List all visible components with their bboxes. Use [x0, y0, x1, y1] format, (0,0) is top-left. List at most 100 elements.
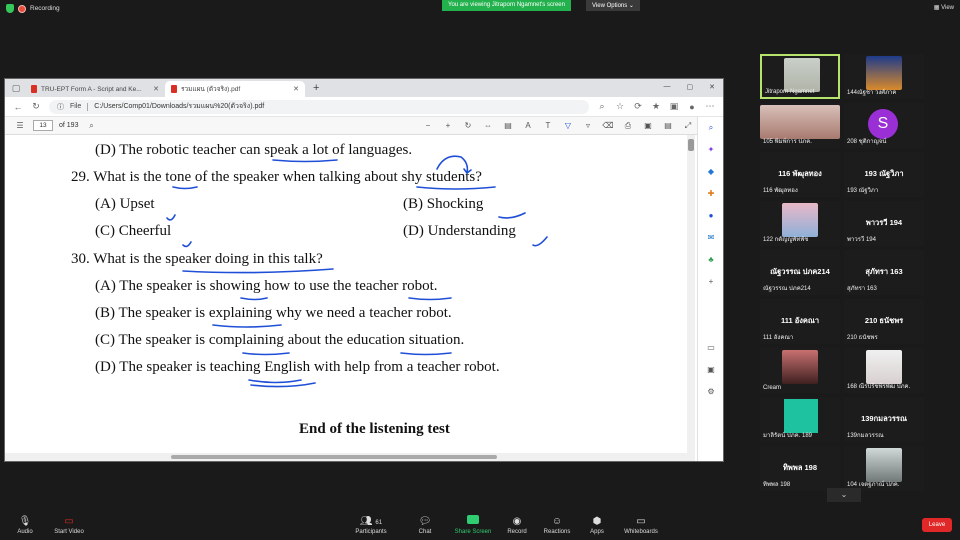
ink-underline: [416, 186, 496, 190]
fullscreen-icon[interactable]: ⤢: [681, 121, 695, 131]
page-view-icon[interactable]: ▤: [501, 121, 515, 130]
save-as-icon[interactable]: ▤: [661, 121, 675, 130]
tools-icon[interactable]: ✚: [698, 183, 723, 205]
participant-tile[interactable]: 111 อังคณา 111 อังคณา: [760, 299, 840, 344]
participant-name: 111 อังคณา: [763, 335, 794, 341]
settings-icon[interactable]: ⚙: [698, 381, 723, 403]
ink-underline: [212, 324, 282, 328]
participant-tile[interactable]: ทิพพล 198 ทิพพล 198: [760, 446, 840, 491]
reload-icon[interactable]: ↻: [31, 101, 41, 112]
view-button[interactable]: ▦ View: [934, 4, 954, 11]
participant-tile[interactable]: 105 พิมพ์การ ปภค.: [760, 103, 840, 148]
more-icon[interactable]: ⋯: [705, 101, 715, 112]
fit-page-icon[interactable]: ⇔: [481, 121, 495, 130]
meeting-controls: 🎙︎ Audio ▭ Start Video 👥︎ 61 Participant…: [0, 512, 960, 540]
share-screen-button[interactable]: Share Screen: [448, 515, 498, 535]
zoom-icon[interactable]: ⌕: [597, 101, 607, 112]
chat-icon: 💬︎: [418, 516, 432, 527]
close-icon[interactable]: ✕: [293, 85, 299, 93]
ink-underline: [272, 159, 338, 163]
participant-name: 168 ณีรปรีชพีรพัฒ ปภค.: [847, 384, 911, 390]
draw-icon[interactable]: ▽: [561, 121, 575, 130]
participant-name: มาลิรัตน์ ปภค. 189: [763, 433, 813, 439]
participant-name: 139กมลวรรณ: [847, 433, 884, 439]
favorite-icon[interactable]: ☆: [615, 101, 625, 112]
participant-tile[interactable]: 139กมลวรรณ 139กมลวรรณ: [844, 397, 924, 442]
start-video-button[interactable]: ▭ Start Video: [44, 515, 94, 535]
participant-tile[interactable]: 116 พัฒุลทอง 116 พัฒุลทอง: [760, 152, 840, 197]
participant-tile[interactable]: 122 กตัญญูพัทพัช: [760, 201, 840, 246]
save-icon[interactable]: ▣: [641, 121, 655, 130]
participant-tile[interactable]: 193 ณัฐวิภา 193 ณัฐวิภา: [844, 152, 924, 197]
recording-indicator[interactable]: Recording: [6, 4, 60, 13]
participant-tile[interactable]: 144ณัฐชา วงศ์ภาค: [844, 54, 924, 99]
leave-button[interactable]: Leave: [922, 518, 952, 532]
outlook-icon[interactable]: ✉: [698, 227, 723, 249]
recording-label: Recording: [30, 5, 60, 12]
pdf-toolbar: ☰ 13 of 193 ⌕ − + ↻ ⇔ ▤ A T ▽ ▿ ⌫ ⎙ ▣ ▤ …: [5, 117, 723, 135]
profile-picture: [782, 350, 818, 384]
whiteboards-label: Whiteboards: [624, 529, 658, 535]
minimize-icon[interactable]: —: [664, 83, 671, 91]
back-icon[interactable]: ←: [13, 102, 23, 112]
games-icon[interactable]: ●: [698, 205, 723, 227]
tree-icon[interactable]: ♣: [698, 249, 723, 271]
whiteboards-button[interactable]: ▭ Whiteboards: [616, 515, 666, 535]
text-icon[interactable]: T: [541, 121, 555, 130]
zoom-in-icon[interactable]: +: [441, 121, 455, 130]
scroll-thumb[interactable]: [688, 139, 694, 151]
tab-pdf[interactable]: รวมแผน (ตัวจริง).pdf ✕: [165, 81, 305, 97]
copilot-icon[interactable]: ✦: [698, 139, 723, 161]
scroll-thumb[interactable]: [171, 455, 497, 459]
participant-display-name: 210 ธนัชพร: [864, 316, 904, 325]
screen-icon[interactable]: ▭: [698, 337, 723, 359]
erase-icon[interactable]: ⌫: [601, 121, 615, 130]
participants-button[interactable]: 👥︎ 61 Participants: [346, 515, 396, 535]
participant-tile[interactable]: พาวรวี 194 พาวรวี 194: [844, 201, 924, 246]
zoom-out-icon[interactable]: −: [421, 121, 435, 130]
vertical-scrollbar[interactable]: [687, 135, 695, 453]
participant-tile[interactable]: ณัฐวรรณ ปภค214 ณัฐวรรณ ปภค214: [760, 250, 840, 295]
participant-tile[interactable]: 210 ธนัชพร 210 ธนัชพร: [844, 299, 924, 344]
close-window-icon[interactable]: ✕: [709, 83, 715, 91]
participant-tile[interactable]: 168 ณีรปรีชพีรพัฒ ปภค.: [844, 348, 924, 393]
new-tab-icon[interactable]: +: [305, 81, 327, 97]
search-icon[interactable]: ⌕: [84, 121, 98, 131]
participant-tile[interactable]: 104 เจตฐภาณ์ ปภค.: [844, 446, 924, 491]
page-number-input[interactable]: 13: [33, 120, 53, 131]
participant-name: สุภัทรา 163: [847, 286, 877, 292]
highlight-icon[interactable]: ▿: [581, 121, 595, 130]
shopping-icon[interactable]: ◆: [698, 161, 723, 183]
participant-tile[interactable]: Cream: [760, 348, 840, 393]
horizontal-scrollbar[interactable]: [5, 453, 695, 461]
favorites-icon[interactable]: ★: [651, 101, 661, 112]
audio-button[interactable]: 🎙︎ Audio: [0, 515, 50, 535]
collections-icon[interactable]: ▣: [669, 101, 679, 112]
profile-icon[interactable]: ●: [687, 102, 697, 112]
refresh-icon[interactable]: ⟳: [633, 101, 643, 112]
apps-button[interactable]: ⬢ Apps: [572, 515, 622, 535]
search-icon[interactable]: ⌕: [698, 117, 723, 139]
participant-tile[interactable]: Jitraporn Ngamnet: [760, 54, 840, 99]
ink-annotations: [166, 155, 548, 388]
read-aloud-icon[interactable]: A: [521, 121, 535, 130]
video-feed: [760, 105, 840, 139]
address-field[interactable]: ⓘ File C:/Users/Comp01/Downloads/รวมแผน%…: [49, 99, 589, 114]
tab-actions-icon[interactable]: ▢: [11, 83, 21, 94]
window-icon[interactable]: ▣: [698, 359, 723, 381]
rotate-icon[interactable]: ↻: [461, 121, 475, 130]
maximize-icon[interactable]: ▢: [687, 83, 694, 91]
participant-tile[interactable]: มาลิรัตน์ ปภค. 189: [760, 397, 840, 442]
add-icon[interactable]: +: [698, 271, 723, 293]
participant-tile[interactable]: สุภัทรา 163 สุภัทรา 163: [844, 250, 924, 295]
participant-tile[interactable]: S 208 ชุติกาญจน์: [844, 103, 924, 148]
view-options-button[interactable]: View Options ⌄: [586, 0, 640, 11]
gallery-next-button[interactable]: ⌄: [827, 488, 861, 502]
chat-button[interactable]: 💬︎ Chat: [400, 515, 450, 535]
address-bar-row: ← ↻ ⓘ File C:/Users/Comp01/Downloads/รวม…: [5, 97, 723, 117]
ink-underline: [172, 186, 198, 190]
print-icon[interactable]: ⎙: [621, 121, 635, 131]
tab-script[interactable]: TRU-EPT Form A - Script and Ke... ✕: [25, 81, 165, 97]
close-icon[interactable]: ✕: [153, 85, 159, 93]
contents-icon[interactable]: ☰: [13, 121, 27, 130]
